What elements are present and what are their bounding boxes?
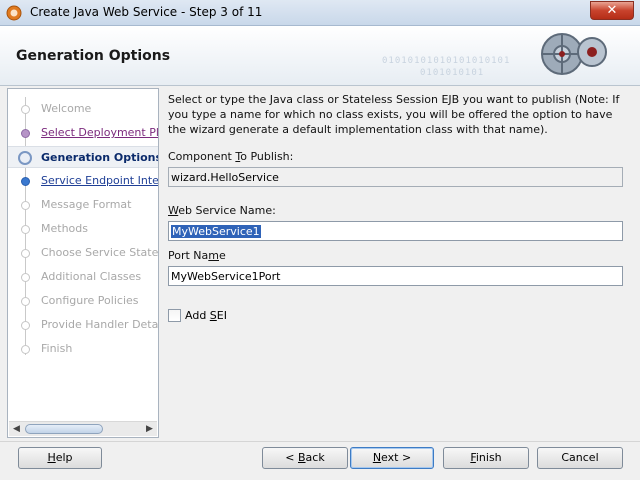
port-name-input[interactable]: MyWebService1Port	[168, 266, 623, 286]
step-label: Methods	[41, 222, 88, 235]
step-dot-icon	[21, 105, 30, 114]
web-service-name-label: Web Service Name:	[168, 204, 276, 217]
selected-text: MyWebService1	[171, 225, 261, 238]
step-label: Welcome	[41, 102, 92, 115]
help-button[interactable]: Help	[18, 447, 102, 469]
scrollbar-thumb[interactable]	[25, 424, 103, 434]
step-dot-icon	[21, 273, 30, 282]
step-label: Generation Options	[41, 151, 158, 164]
step-item: Methods	[8, 218, 158, 240]
step-label: Select Deployment Platform	[41, 126, 158, 139]
step-dot-icon	[21, 129, 30, 138]
web-service-name-input[interactable]: MyWebService1	[168, 221, 623, 241]
step-dot-icon	[21, 225, 30, 234]
wizard-steps-panel: Welcome Select Deployment Platform Generat…	[7, 88, 159, 438]
step-label: Choose Service State	[41, 246, 158, 259]
cancel-button[interactable]: Cancel	[537, 447, 623, 469]
step-dot-icon	[21, 321, 30, 330]
step-item: Choose Service State	[8, 242, 158, 264]
component-to-publish-field[interactable]: wizard.HelloService	[168, 167, 623, 187]
header-decoration-binary: 01010101010101010101	[382, 56, 511, 66]
step-label: Configure Policies	[41, 294, 139, 307]
step-item[interactable]: Service Endpoint Interface	[8, 170, 158, 192]
window-title: Create Java Web Service - Step 3 of 11	[30, 5, 263, 19]
back-button[interactable]: < Back	[262, 447, 348, 469]
step-dot-icon	[21, 345, 30, 354]
step-item: Finish	[8, 338, 158, 360]
step-dot-icon	[21, 249, 30, 258]
wizard-header: Generation Options 01010101010101010101 …	[0, 26, 640, 86]
close-icon: ✕	[606, 3, 618, 18]
intro-text: Select or type the Java class or Statele…	[168, 93, 620, 136]
step-item: Additional Classes	[8, 266, 158, 288]
finish-button[interactable]: Finish	[443, 447, 529, 469]
scroll-left-icon[interactable]: ◀	[9, 422, 24, 436]
step-label: Additional Classes	[41, 270, 142, 283]
step-item: Configure Policies	[8, 290, 158, 312]
header-wheels-icon	[541, 33, 607, 75]
next-button[interactable]: Next >	[350, 447, 434, 469]
step-label: Service Endpoint Interface	[41, 174, 158, 187]
step-label: Message Format	[41, 198, 132, 211]
component-to-publish-label: Component To Publish:	[168, 150, 294, 163]
step-item: Welcome	[8, 98, 158, 120]
page-title: Generation Options	[16, 48, 171, 64]
step-item: Generation Options	[8, 146, 158, 168]
footer-divider	[0, 441, 640, 442]
add-sei-label[interactable]: Add SEI	[185, 309, 227, 322]
main-content: Select or type the Java class or Statele…	[168, 92, 628, 322]
steps-horizontal-scrollbar[interactable]: ◀ ▶	[9, 421, 157, 436]
step-item: Message Format	[8, 194, 158, 216]
title-bar: Create Java Web Service - Step 3 of 11 ✕	[0, 0, 640, 26]
scroll-right-icon[interactable]: ▶	[142, 422, 157, 436]
step-dot-icon	[21, 177, 30, 186]
java-web-service-icon	[6, 5, 22, 21]
current-step-icon	[18, 151, 32, 165]
close-window-button[interactable]: ✕	[590, 1, 634, 20]
step-label: Finish	[41, 342, 73, 355]
header-decoration-binary-2: 0101010101	[420, 68, 485, 78]
step-dot-icon	[21, 201, 30, 210]
step-item[interactable]: Select Deployment Platform	[8, 122, 158, 144]
port-name-label: Port Name	[168, 249, 226, 262]
step-item: Provide Handler Details	[8, 314, 158, 336]
step-dot-icon	[21, 297, 30, 306]
add-sei-checkbox[interactable]	[168, 309, 181, 322]
step-label: Provide Handler Details	[41, 318, 158, 331]
